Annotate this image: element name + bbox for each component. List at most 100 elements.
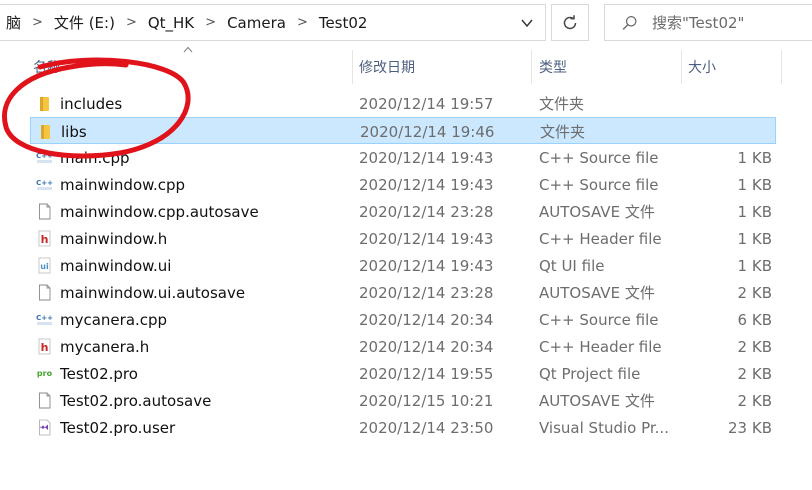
sort-ascending-icon <box>183 46 193 53</box>
file-type: 文件夹 <box>540 123 586 141</box>
breadcrumb-item[interactable]: 文件 (E:) <box>54 12 115 33</box>
file-row[interactable]: mainwindow.ui.autosave 2020/12/14 23:28 AU… <box>30 279 776 306</box>
column-header-type[interactable]: 类型 <box>539 50 567 84</box>
column-header-date-label: 修改日期 <box>359 60 415 76</box>
pro-file-icon: pro <box>37 369 53 378</box>
svg-text:C++: C++ <box>36 152 53 160</box>
file-size: 1 KB <box>737 229 772 248</box>
refresh-icon <box>563 14 577 29</box>
file-modified-date: 2020/12/14 19:55 <box>359 364 494 383</box>
file-size: 2 KB <box>737 364 772 383</box>
svg-text:C++: C++ <box>36 314 53 322</box>
file-row[interactable]: h mainwindow.h 2020/12/14 19:43 C++ Header … <box>30 225 776 252</box>
svg-text:pro: pro <box>37 369 53 378</box>
search-input[interactable] <box>652 13 812 32</box>
file-name: mainwindow.h <box>60 229 168 248</box>
file-type: C++ Source file <box>539 310 659 329</box>
breadcrumb-chevron-icon[interactable]: > <box>32 15 43 30</box>
column-header-size[interactable]: 大小 <box>688 50 716 84</box>
file-modified-date: 2020/12/14 23:28 <box>359 202 494 221</box>
ui-file-icon: ui <box>38 257 51 274</box>
column-header-name-label: 名称 <box>33 60 61 76</box>
file-size: 2 KB <box>737 283 772 302</box>
blank-file-icon <box>39 203 51 220</box>
breadcrumb-chevron-icon[interactable]: > <box>126 15 137 30</box>
blank-file-icon <box>39 284 51 301</box>
column-header-name[interactable]: 名称 <box>33 50 61 84</box>
file-name: mycanera.cpp <box>60 310 168 329</box>
file-modified-date: 2020/12/14 19:46 <box>360 122 495 141</box>
file-type: AUTOSAVE 文件 <box>539 284 655 302</box>
file-size: 6 KB <box>737 310 772 329</box>
column-divider[interactable] <box>531 50 532 84</box>
column-divider[interactable] <box>352 50 353 84</box>
breadcrumb-item[interactable]: 脑 <box>6 12 21 33</box>
breadcrumb-chevron-icon[interactable]: > <box>205 15 216 30</box>
file-type: Visual Studio Pr... <box>539 418 669 437</box>
file-type: C++ Header file <box>539 337 662 356</box>
file-row[interactable]: libs 2020/12/14 19:46 文件夹 <box>30 117 776 144</box>
visual-studio-file-icon <box>39 419 51 436</box>
breadcrumb-item[interactable]: Test02 <box>319 14 368 32</box>
file-size: 1 KB <box>737 202 772 221</box>
column-divider[interactable] <box>681 50 682 84</box>
file-modified-date: 2020/12/14 23:28 <box>359 283 494 302</box>
file-name: includes <box>60 94 123 113</box>
svg-text:ui: ui <box>40 262 49 271</box>
column-divider[interactable] <box>781 50 782 84</box>
refresh-button[interactable] <box>551 4 589 41</box>
file-row[interactable]: C++ main.cpp 2020/12/14 19:43 C++ Source fi… <box>30 144 776 171</box>
breadcrumb-item[interactable]: Camera <box>227 14 286 32</box>
file-name: mainwindow.ui.autosave <box>60 283 246 302</box>
breadcrumb: 脑 > 文件 (E:) > Qt_HK > Camera > Test02 <box>0 12 367 33</box>
file-row[interactable]: Test02.pro.user 2020/12/14 23:50 Visual St… <box>30 414 776 441</box>
file-modified-date: 2020/12/14 19:43 <box>359 229 494 248</box>
file-modified-date: 2020/12/14 19:43 <box>359 148 494 167</box>
file-row[interactable]: h mycanera.h 2020/12/14 20:34 C++ Header fi… <box>30 333 776 360</box>
file-modified-date: 2020/12/14 19:43 <box>359 256 494 275</box>
breadcrumb-chevron-icon[interactable]: > <box>297 15 308 30</box>
file-type: C++ Header file <box>539 229 662 248</box>
file-row[interactable]: includes 2020/12/14 19:57 文件夹 <box>30 90 776 117</box>
blank-file-icon <box>39 392 51 409</box>
header-file-icon: h <box>38 230 51 247</box>
file-row[interactable]: C++ mycanera.cpp 2020/12/14 20:34 C++ Sourc… <box>30 306 776 333</box>
file-name: Test02.pro.autosave <box>60 391 212 410</box>
file-type: 文件夹 <box>539 95 585 113</box>
file-row[interactable]: Test02.pro.autosave 2020/12/15 10:21 AUTOS… <box>30 387 776 414</box>
column-header-date[interactable]: 修改日期 <box>359 50 415 84</box>
svg-text:h: h <box>41 233 49 246</box>
folder-icon <box>40 97 49 111</box>
file-name: Test02.pro.user <box>60 418 176 437</box>
file-row[interactable]: mainwindow.cpp.autosave 2020/12/14 23:28 A… <box>30 198 776 225</box>
file-size: 2 KB <box>737 391 772 410</box>
file-modified-date: 2020/12/14 20:34 <box>359 310 494 329</box>
file-name: mainwindow.cpp.autosave <box>60 202 259 221</box>
address-bar[interactable]: 脑 > 文件 (E:) > Qt_HK > Camera > Test02 <box>0 4 546 41</box>
cpp-file-icon: C++ <box>36 152 53 163</box>
column-header-size-label: 大小 <box>688 60 716 76</box>
chevron-down-icon[interactable] <box>519 15 535 31</box>
search-box[interactable] <box>604 4 812 41</box>
file-row[interactable]: C++ mainwindow.cpp 2020/12/14 19:43 C++ Sou… <box>30 171 776 198</box>
file-type: AUTOSAVE 文件 <box>539 392 655 410</box>
file-modified-date: 2020/12/14 19:43 <box>359 175 494 194</box>
column-header-type-label: 类型 <box>539 60 567 76</box>
file-modified-date: 2020/12/14 19:57 <box>359 94 494 113</box>
file-row[interactable]: ui mainwindow.ui 2020/12/14 19:43 Qt UI fil… <box>30 252 776 279</box>
svg-text:C++: C++ <box>36 179 53 187</box>
file-name: mainwindow.cpp <box>60 175 186 194</box>
file-size: 1 KB <box>737 175 772 194</box>
file-type: AUTOSAVE 文件 <box>539 203 655 221</box>
file-name: mainwindow.ui <box>60 256 172 275</box>
search-icon <box>622 15 637 30</box>
breadcrumb-item[interactable]: Qt_HK <box>148 14 194 32</box>
file-size: 1 KB <box>737 148 772 167</box>
file-size: 2 KB <box>737 337 772 356</box>
folder-icon <box>41 125 50 139</box>
file-row[interactable]: pro Test02.pro 2020/12/14 19:55 Qt Project … <box>30 360 776 387</box>
file-name: main.cpp <box>60 148 130 167</box>
file-name: Test02.pro <box>60 364 138 383</box>
svg-text:h: h <box>41 341 49 354</box>
file-type: C++ Source file <box>539 148 659 167</box>
